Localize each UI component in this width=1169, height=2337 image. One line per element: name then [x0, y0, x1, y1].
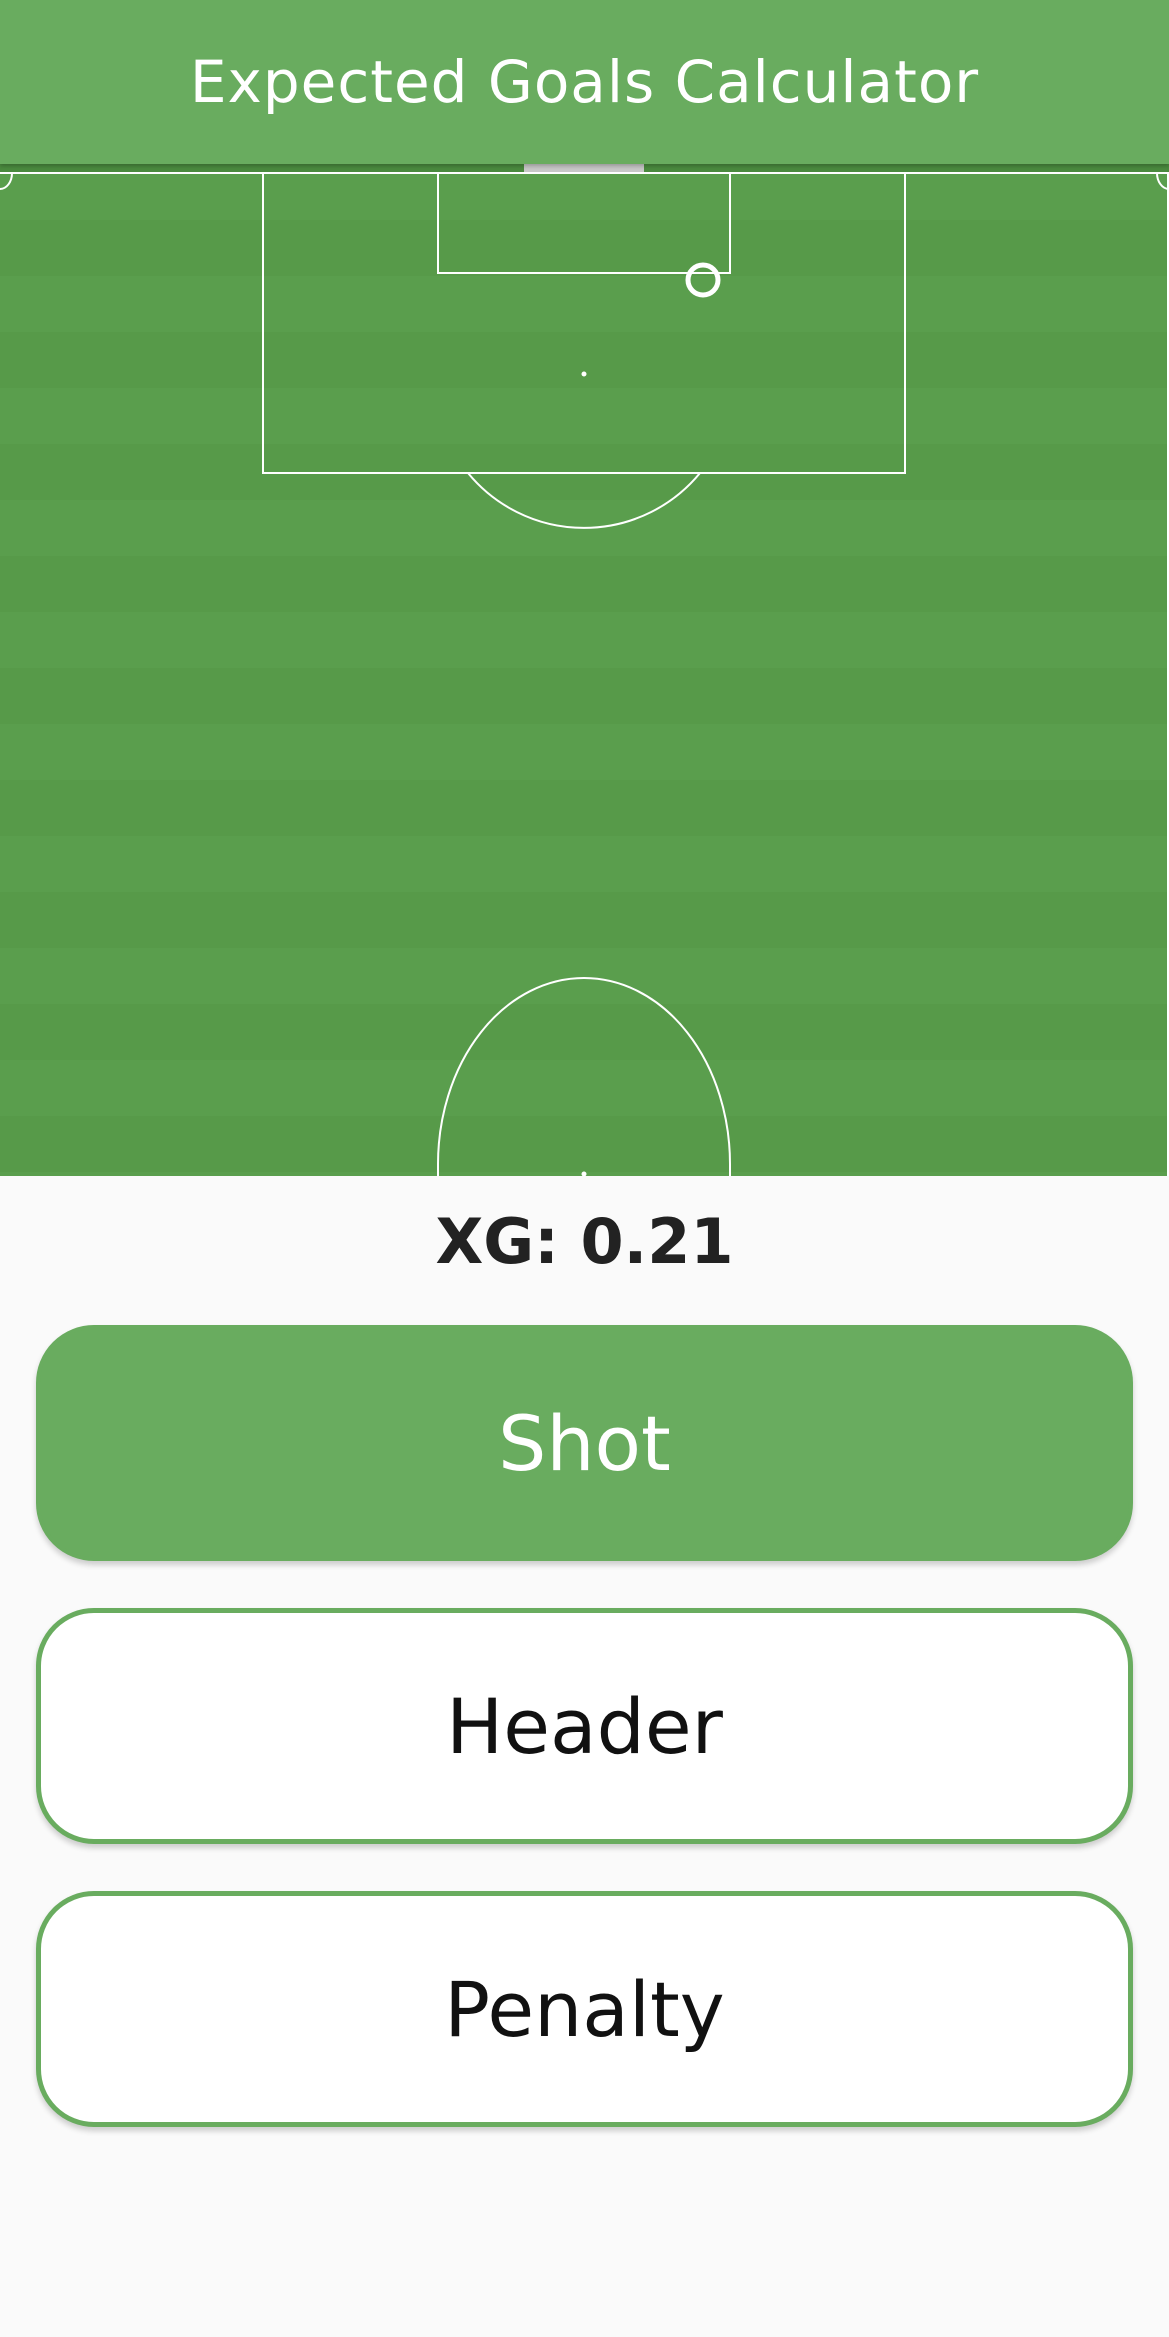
pitch-stripe — [0, 1004, 1169, 1060]
pitch-stripe — [0, 556, 1169, 612]
pitch-stripe — [0, 276, 1169, 332]
shot-button-label: Shot — [498, 1398, 671, 1488]
penalty-button-label: Penalty — [444, 1964, 725, 2054]
goal — [524, 164, 644, 172]
penalty-spot — [581, 371, 587, 377]
pitch-stripe — [0, 948, 1169, 1004]
shot-button[interactable]: Shot — [36, 1325, 1133, 1561]
app-root: Expected Goals Calculator XG: 0.21 Shot … — [0, 0, 1169, 2337]
pitch-stripe — [0, 836, 1169, 892]
pitch-stripe — [0, 332, 1169, 388]
pitch-drawing[interactable] — [0, 164, 1169, 1176]
pitch-stripe — [0, 220, 1169, 276]
pitch-stripe — [0, 780, 1169, 836]
pitch-stripe — [0, 1060, 1169, 1116]
app-title: Expected Goals Calculator — [189, 48, 980, 116]
xg-value: XG: 0.21 — [435, 1205, 734, 1278]
pitch-stripe — [0, 668, 1169, 724]
pitch-stripe — [0, 1116, 1169, 1172]
pitch-stripes — [0, 164, 1169, 1176]
penalty-button[interactable]: Penalty — [36, 1891, 1133, 2127]
pitch-area[interactable] — [0, 164, 1169, 1176]
xg-readout: XG: 0.21 — [0, 1205, 1169, 1278]
header-button-label: Header — [446, 1681, 723, 1771]
pitch-stripe — [0, 612, 1169, 668]
pitch-stripe — [0, 388, 1169, 444]
pitch-stripe — [0, 724, 1169, 780]
pitch-stripe — [0, 892, 1169, 948]
header-button[interactable]: Header — [36, 1608, 1133, 1844]
app-bar: Expected Goals Calculator — [0, 0, 1169, 164]
